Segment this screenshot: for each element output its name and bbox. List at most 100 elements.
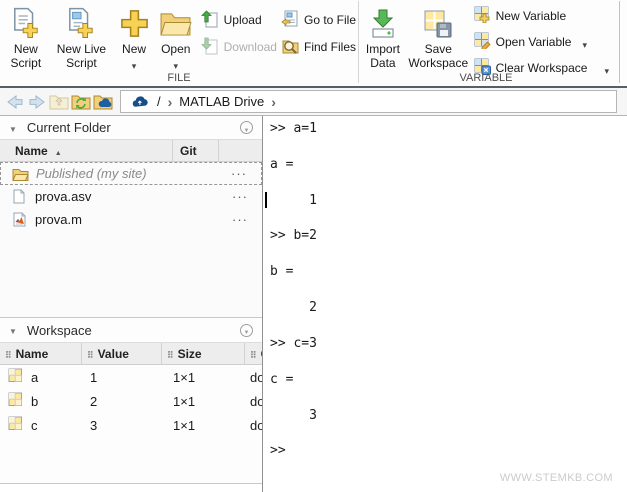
open-variable-label: Open Variable bbox=[496, 35, 572, 49]
toolstrip-edge-divider bbox=[619, 1, 620, 83]
variable-row-c[interactable]: c 3 1×1 double bbox=[0, 413, 262, 437]
forward-button[interactable] bbox=[26, 91, 48, 113]
breadcrumb-chevron-icon bbox=[168, 94, 173, 110]
variable-value: 1 bbox=[82, 370, 162, 385]
column-grip-icon bbox=[167, 347, 174, 361]
new-live-script-label: New Live Script bbox=[50, 42, 114, 70]
back-button[interactable] bbox=[4, 91, 26, 113]
breadcrumb-chevron-icon bbox=[271, 94, 276, 110]
column-header-class[interactable]: Class bbox=[245, 343, 262, 364]
new-variable-icon bbox=[474, 6, 491, 26]
side-panels: Current Folder Name Git Published (my si… bbox=[0, 116, 262, 484]
download-button[interactable]: Download bbox=[201, 35, 277, 59]
current-folder-header[interactable]: Current Folder bbox=[0, 116, 262, 140]
column-header-git[interactable]: Git bbox=[172, 140, 218, 161]
workspace-empty-area bbox=[0, 437, 262, 483]
column-name-label: Name bbox=[15, 144, 48, 158]
variable-action-buttons: New Variable Open Variable Clear Work bbox=[474, 0, 611, 82]
column-header-name[interactable]: Name bbox=[0, 343, 82, 364]
variable-class: double bbox=[245, 370, 262, 385]
column-grip-icon bbox=[87, 347, 94, 361]
panel-menu-button[interactable] bbox=[240, 121, 253, 134]
new-menu-button[interactable]: New bbox=[113, 0, 155, 66]
browse-folder-button[interactable] bbox=[70, 91, 92, 113]
collapse-panel-icon[interactable] bbox=[9, 119, 17, 137]
variable-grid-icon bbox=[8, 416, 23, 434]
variable-class: double bbox=[245, 418, 262, 433]
new-live-script-icon bbox=[67, 5, 95, 42]
column-header-name[interactable]: Name bbox=[0, 140, 172, 161]
file-list: Published (my site) ··· prova.asv ··· pr… bbox=[0, 162, 262, 231]
text-cursor bbox=[265, 192, 267, 208]
column-value-label: Value bbox=[98, 347, 129, 361]
column-name-label: Name bbox=[16, 347, 49, 361]
variable-buttons: Import Data Save Workspace New Variable bbox=[361, 0, 611, 70]
toolstrip-section-file: New Script New Live Script New bbox=[0, 0, 358, 86]
file-locate-buttons: Go to File Find Files bbox=[281, 0, 356, 62]
chevron-down-icon bbox=[132, 56, 137, 66]
new-label: New bbox=[122, 42, 146, 56]
row-menu-button[interactable]: ··· bbox=[231, 170, 247, 178]
variable-row-b[interactable]: b 2 1×1 double bbox=[0, 389, 262, 413]
open-variable-button[interactable]: Open Variable bbox=[474, 30, 611, 54]
find-files-button[interactable]: Find Files bbox=[281, 35, 356, 59]
chevron-down-icon bbox=[244, 119, 250, 137]
workspace-title: Workspace bbox=[27, 323, 92, 338]
save-workspace-label: Save Workspace bbox=[405, 42, 472, 70]
command-window[interactable]: >> a=1 a = 1 >> b=2 b = 2 >> c=3 c = 3 >… bbox=[262, 116, 627, 492]
file-buttons: New Script New Live Script New bbox=[2, 0, 356, 70]
import-data-button[interactable]: Import Data bbox=[361, 0, 405, 70]
matlab-drive-cloud-icon bbox=[131, 95, 150, 108]
variable-size: 1×1 bbox=[162, 370, 245, 385]
workspace-header[interactable]: Workspace bbox=[0, 318, 262, 343]
import-data-label: Import Data bbox=[361, 42, 405, 70]
new-live-script-button[interactable]: New Live Script bbox=[50, 0, 114, 70]
variable-row-a[interactable]: a 1 1×1 double bbox=[0, 365, 262, 389]
chevron-down-icon bbox=[173, 56, 178, 66]
breadcrumb-root[interactable]: / bbox=[157, 94, 161, 109]
go-to-file-button[interactable]: Go to File bbox=[281, 8, 356, 32]
workspace-column-header: Name Value Size Class bbox=[0, 343, 262, 365]
watermark: WWW.STEMKB.COM bbox=[500, 472, 613, 484]
sort-ascending-icon bbox=[55, 144, 62, 158]
drive-folder-button[interactable] bbox=[92, 91, 114, 113]
new-script-button[interactable]: New Script bbox=[2, 0, 50, 70]
new-variable-button[interactable]: New Variable bbox=[474, 4, 611, 28]
current-folder-column-header: Name Git bbox=[0, 140, 262, 162]
collapse-panel-icon[interactable] bbox=[9, 321, 17, 339]
toolstrip: New Script New Live Script New bbox=[0, 0, 627, 88]
variable-name: c bbox=[31, 418, 38, 433]
row-menu-button[interactable]: ··· bbox=[232, 193, 248, 201]
navigation-bar: / MATLAB Drive bbox=[0, 88, 627, 116]
column-header-value[interactable]: Value bbox=[82, 343, 162, 364]
address-bar[interactable]: / MATLAB Drive bbox=[120, 90, 617, 113]
variable-grid-icon bbox=[8, 368, 23, 386]
open-menu-button[interactable]: Open bbox=[155, 0, 197, 66]
file-row-published[interactable]: Published (my site) ··· bbox=[0, 162, 262, 185]
column-grip-icon bbox=[5, 347, 12, 361]
download-label: Download bbox=[224, 40, 277, 54]
panel-menu-button[interactable] bbox=[240, 324, 253, 337]
matlab-online-window: New Script New Live Script New bbox=[0, 0, 627, 492]
open-icon bbox=[159, 5, 192, 42]
current-folder-title: Current Folder bbox=[27, 120, 111, 135]
breadcrumb-folder[interactable]: MATLAB Drive bbox=[179, 94, 264, 109]
file-transfer-buttons: Upload Download bbox=[201, 0, 277, 62]
upload-button[interactable]: Upload bbox=[201, 8, 277, 32]
column-header-size[interactable]: Size bbox=[162, 343, 245, 364]
column-size-label: Size bbox=[178, 347, 202, 361]
variable-size: 1×1 bbox=[162, 394, 245, 409]
file-row-prova-asv[interactable]: prova.asv ··· bbox=[0, 185, 262, 208]
file-row-prova-m[interactable]: prova.m ··· bbox=[0, 208, 262, 231]
row-menu-button[interactable]: ··· bbox=[232, 216, 248, 224]
variable-size: 1×1 bbox=[162, 418, 245, 433]
file-name: prova.asv bbox=[35, 189, 91, 204]
matlab-file-icon bbox=[9, 212, 29, 227]
save-workspace-button[interactable]: Save Workspace bbox=[405, 0, 472, 70]
new-variable-label: New Variable bbox=[496, 9, 566, 23]
find-files-label: Find Files bbox=[304, 40, 356, 54]
go-to-file-icon bbox=[281, 10, 299, 31]
chevron-down-icon bbox=[244, 321, 250, 339]
up-folder-button[interactable] bbox=[48, 91, 70, 113]
main-area: Current Folder Name Git Published (my si… bbox=[0, 116, 627, 492]
